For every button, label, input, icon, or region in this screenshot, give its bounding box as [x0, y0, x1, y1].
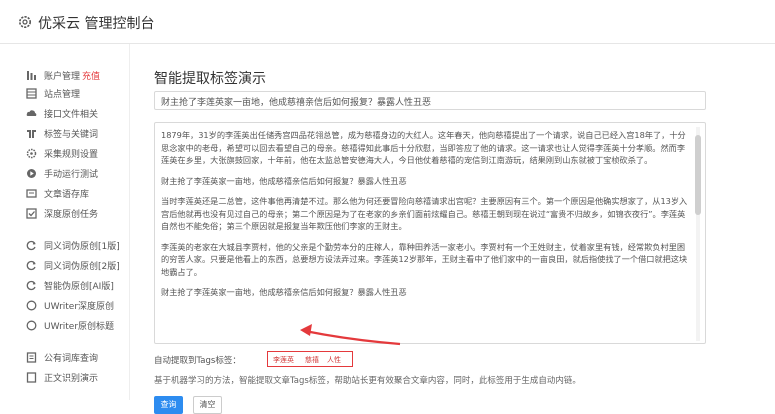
- content-scrollbar[interactable]: [693, 127, 703, 341]
- refresh-icon: [26, 260, 36, 271]
- sidebar-item-label: 账户管理: [44, 72, 81, 82]
- sidebar: 账户管理 充值 站点管理 接口文件相关 标签与关键词 采集规则设置 手动运行测试 …: [0, 44, 130, 400]
- sidebar-item-manual-run[interactable]: 手动运行测试: [0, 164, 130, 184]
- clear-button[interactable]: 清空: [193, 396, 222, 414]
- sidebar-item-smart-ai[interactable]: 智能伪原创[AI版]: [0, 276, 130, 296]
- tag-item: 慈禧: [305, 356, 319, 364]
- sidebar-item-label: 文章语存库: [44, 190, 90, 200]
- sidebar-item-uwriter-title[interactable]: UWriter原创标题: [0, 316, 130, 336]
- content-paragraph: 财主抢了李莲英家一亩地，他成慈禧亲信后如何报复？暴露人性丑恶: [161, 175, 407, 186]
- gear-icon: [19, 16, 31, 28]
- content-paragraph: 1879年，31岁的李莲英出任储秀宫四品花翎总管，成为慈禧身边的大红人。这年春天…: [161, 130, 686, 165]
- sidebar-item-deep-original[interactable]: 深度原创任务: [0, 204, 130, 224]
- sidebar-item-synonym-v1[interactable]: 同义词伪原创[1版]: [0, 236, 130, 256]
- tag-item: 人性: [327, 356, 341, 364]
- sidebar-item-label: 接口文件相关: [44, 110, 99, 120]
- doc-icon: [26, 372, 37, 383]
- check-icon: [26, 208, 37, 219]
- tag-item: 李莲英: [273, 356, 294, 364]
- sidebar-item-label: 深度原创任务: [44, 210, 99, 220]
- main-panel: 智能提取标签演示 财主抢了李莲英家一亩地，他成慈禧亲信后如何报复？暴露人性丑恶 …: [130, 44, 775, 414]
- sidebar-item-label: 站点管理: [44, 90, 81, 100]
- sidebar-item-public-lexicon[interactable]: 公有词库查询: [0, 348, 130, 368]
- sidebar-item-label: 同义词伪原创[1版]: [44, 242, 120, 252]
- tags-highlight-box: 李莲英 慈禧 人性: [267, 351, 353, 367]
- sidebar-item-label: 公有词库查询: [44, 354, 99, 364]
- article-title-input[interactable]: 财主抢了李莲英家一亩地，他成慈禧亲信后如何报复？暴露人性丑恶: [154, 91, 706, 110]
- sidebar-item-article-store[interactable]: 文章语存库: [0, 184, 130, 204]
- sidebar-item-synonym-v2[interactable]: 同义词伪原创[2版]: [0, 256, 130, 276]
- book-icon: [26, 352, 37, 363]
- user-icon: [27, 71, 36, 80]
- content-paragraph: 财主抢了李莲英家一亩地，他成慈禧亲信后如何报复？暴露人性丑恶: [161, 287, 407, 297]
- sidebar-item-sites[interactable]: 站点管理: [0, 84, 130, 104]
- play-icon: [27, 169, 36, 178]
- refresh-icon: [26, 240, 36, 251]
- sidebar-item-label: UWriter原创标题: [44, 322, 115, 332]
- query-button[interactable]: 查询: [154, 396, 183, 414]
- sidebar-item-account[interactable]: 账户管理 充值: [0, 66, 130, 86]
- sidebar-item-tags-keywords[interactable]: 标签与关键词: [0, 124, 130, 144]
- circle-icon: [26, 300, 37, 311]
- sidebar-item-label: 同义词伪原创[2版]: [44, 262, 120, 272]
- help-text: 基于机器学习的方法，智能提取文章Tags标签，帮助站长更有效聚合文章内容，同时，…: [154, 376, 581, 386]
- folder-icon: [26, 189, 37, 198]
- sidebar-item-label: 标签与关键词: [44, 130, 99, 140]
- page-title: 智能提取标签演示: [154, 71, 266, 87]
- scroll-thumb[interactable]: [695, 135, 701, 215]
- content-paragraph: 李莲英的老家在大城县李贾村，他的父亲是个勤劳本分的庄稼人，靠种田养活一家老小。李…: [161, 241, 688, 277]
- refresh-icon: [26, 280, 36, 291]
- article-content: 1879年，31岁的李莲英出任储秀宫四品花翎总管，成为慈禧身边的大红人。这年春天…: [161, 129, 689, 339]
- tag-icon: [27, 130, 36, 138]
- circle-icon: [26, 320, 37, 331]
- recharge-badge[interactable]: 充值: [82, 72, 100, 82]
- app-title: 优采云 管理控制台: [38, 16, 155, 32]
- tags-label: 自动提取到Tags标签：: [154, 356, 241, 366]
- sidebar-item-label: 采集规则设置: [44, 150, 99, 160]
- gear-icon: [26, 148, 37, 159]
- cloud-icon: [26, 110, 37, 116]
- sidebar-item-uwriter-deep[interactable]: UWriter深度原创: [0, 296, 130, 316]
- content-paragraph: 当时李莲英还是二总管，这件事他再清楚不过。那么他为何还要冒险向慈禧请求出宫呢？主…: [161, 196, 688, 231]
- sidebar-item-collect-rules[interactable]: 采集规则设置: [0, 144, 130, 164]
- sidebar-item-api-files[interactable]: 接口文件相关: [0, 104, 130, 124]
- list-icon: [26, 88, 37, 99]
- sidebar-item-text-recognition[interactable]: 正文识别演示: [0, 368, 130, 388]
- sidebar-item-label: 智能伪原创[AI版]: [44, 282, 114, 292]
- sidebar-item-label: 正文识别演示: [44, 374, 99, 384]
- sidebar-item-label: UWriter深度原创: [44, 302, 115, 312]
- article-content-textarea[interactable]: 1879年，31岁的李莲英出任储秀宫四品花翎总管，成为慈禧身边的大红人。这年春天…: [154, 122, 706, 344]
- top-bar: 优采云 管理控制台: [0, 0, 775, 44]
- sidebar-item-label: 手动运行测试: [44, 170, 99, 180]
